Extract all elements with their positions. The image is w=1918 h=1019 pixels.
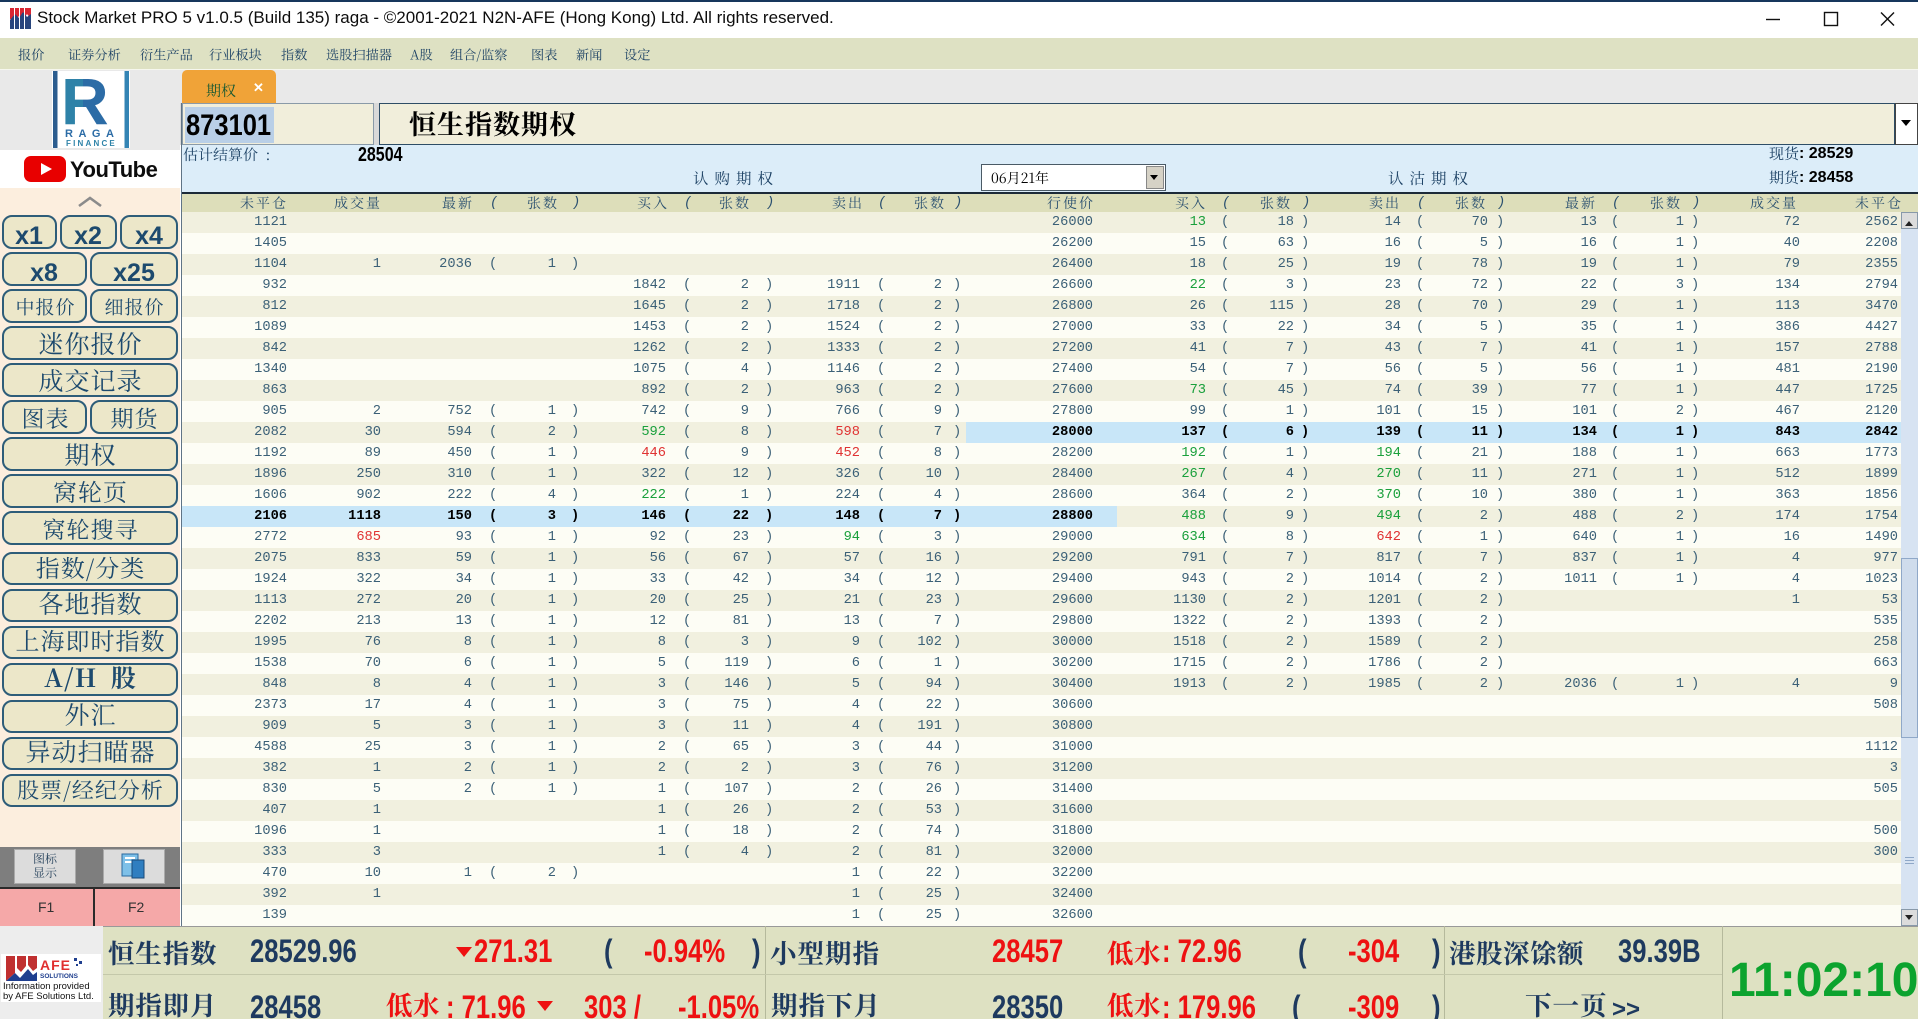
svg-text:SOLUTIONS: SOLUTIONS <box>40 973 79 980</box>
svg-text:FINANCE: FINANCE <box>66 139 117 148</box>
svg-text:AFE: AFE <box>40 957 71 973</box>
svg-text:YouTube: YouTube <box>70 157 158 182</box>
